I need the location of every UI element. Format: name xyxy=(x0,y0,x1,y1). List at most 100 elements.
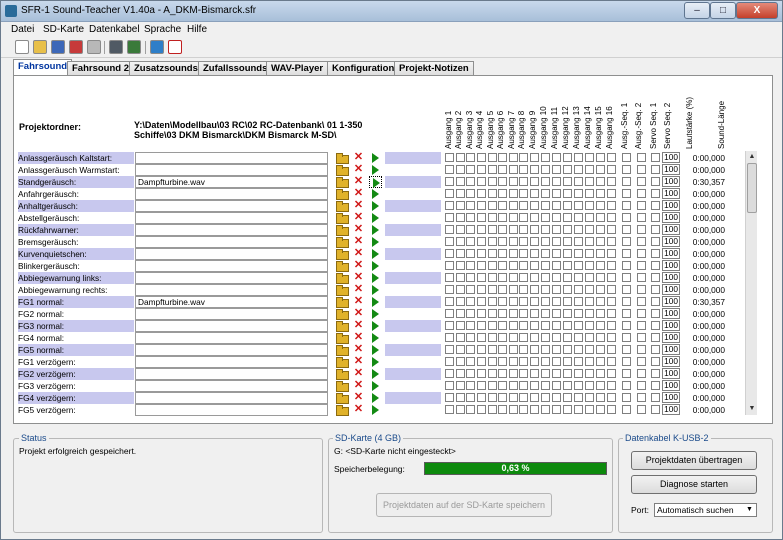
output-checkbox[interactable] xyxy=(456,309,465,318)
play-icon[interactable] xyxy=(369,392,382,404)
output-checkbox[interactable] xyxy=(607,393,616,402)
output-checkbox[interactable] xyxy=(552,189,561,198)
output-checkbox[interactable] xyxy=(477,237,486,246)
output-checkbox[interactable] xyxy=(552,273,561,282)
output-checkbox[interactable] xyxy=(563,165,572,174)
output-checkbox[interactable] xyxy=(530,369,539,378)
output-checkbox[interactable] xyxy=(509,237,518,246)
output-checkbox[interactable] xyxy=(498,201,507,210)
output-checkbox[interactable] xyxy=(563,249,572,258)
menu-sprache[interactable]: Sprache xyxy=(144,24,181,35)
play-icon[interactable] xyxy=(369,332,382,344)
output-checkbox[interactable] xyxy=(637,249,646,258)
output-checkbox[interactable] xyxy=(445,213,454,222)
output-checkbox[interactable] xyxy=(456,165,465,174)
output-checkbox[interactable] xyxy=(563,285,572,294)
output-checkbox[interactable] xyxy=(519,153,528,162)
output-checkbox[interactable] xyxy=(530,225,539,234)
output-checkbox[interactable] xyxy=(637,201,646,210)
play-icon[interactable] xyxy=(369,356,382,368)
output-checkbox[interactable] xyxy=(477,261,486,270)
output-checkbox[interactable] xyxy=(541,273,550,282)
volume-field[interactable]: 100 xyxy=(662,392,680,403)
output-checkbox[interactable] xyxy=(477,333,486,342)
play-icon[interactable] xyxy=(369,164,382,176)
output-checkbox[interactable] xyxy=(530,165,539,174)
output-checkbox[interactable] xyxy=(466,393,475,402)
output-checkbox[interactable] xyxy=(519,213,528,222)
output-checkbox[interactable] xyxy=(541,165,550,174)
play-icon[interactable] xyxy=(369,272,382,284)
output-checkbox[interactable] xyxy=(445,393,454,402)
output-checkbox[interactable] xyxy=(530,345,539,354)
output-checkbox[interactable] xyxy=(466,177,475,186)
play-icon[interactable] xyxy=(369,188,382,200)
output-checkbox[interactable] xyxy=(466,405,475,414)
output-checkbox[interactable] xyxy=(509,177,518,186)
output-checkbox[interactable] xyxy=(519,165,528,174)
output-checkbox[interactable] xyxy=(488,165,497,174)
play-icon[interactable] xyxy=(369,296,382,308)
output-checkbox[interactable] xyxy=(445,369,454,378)
output-checkbox[interactable] xyxy=(477,273,486,282)
output-checkbox[interactable] xyxy=(596,333,605,342)
output-checkbox[interactable] xyxy=(607,153,616,162)
output-checkbox[interactable] xyxy=(456,369,465,378)
sound-file-field[interactable] xyxy=(135,332,328,344)
output-checkbox[interactable] xyxy=(651,285,660,294)
output-checkbox[interactable] xyxy=(541,237,550,246)
output-checkbox[interactable] xyxy=(530,405,539,414)
output-checkbox[interactable] xyxy=(477,321,486,330)
output-checkbox[interactable] xyxy=(445,405,454,414)
output-checkbox[interactable] xyxy=(445,249,454,258)
music-note-icon[interactable] xyxy=(150,40,164,54)
output-checkbox[interactable] xyxy=(596,309,605,318)
output-checkbox[interactable] xyxy=(530,381,539,390)
output-checkbox[interactable] xyxy=(622,309,631,318)
output-checkbox[interactable] xyxy=(622,297,631,306)
output-checkbox[interactable] xyxy=(509,153,518,162)
sound-file-field[interactable] xyxy=(135,284,328,296)
output-checkbox[interactable] xyxy=(563,213,572,222)
output-checkbox[interactable] xyxy=(541,321,550,330)
output-checkbox[interactable] xyxy=(530,201,539,210)
output-checkbox[interactable] xyxy=(651,393,660,402)
output-checkbox[interactable] xyxy=(466,213,475,222)
output-checkbox[interactable] xyxy=(541,249,550,258)
output-checkbox[interactable] xyxy=(477,381,486,390)
output-checkbox[interactable] xyxy=(563,345,572,354)
output-checkbox[interactable] xyxy=(541,225,550,234)
output-checkbox[interactable] xyxy=(477,297,486,306)
volume-field[interactable]: 100 xyxy=(662,284,680,295)
tab-zusatzsounds[interactable]: Zusatzsounds xyxy=(129,61,203,76)
output-checkbox[interactable] xyxy=(509,405,518,414)
output-checkbox[interactable] xyxy=(477,285,486,294)
output-checkbox[interactable] xyxy=(456,201,465,210)
output-checkbox[interactable] xyxy=(498,249,507,258)
output-checkbox[interactable] xyxy=(596,165,605,174)
output-checkbox[interactable] xyxy=(498,333,507,342)
sound-file-field[interactable] xyxy=(135,248,328,260)
output-checkbox[interactable] xyxy=(607,177,616,186)
calculator-icon[interactable] xyxy=(109,40,123,54)
output-checkbox[interactable] xyxy=(563,297,572,306)
output-checkbox[interactable] xyxy=(552,249,561,258)
output-checkbox[interactable] xyxy=(552,345,561,354)
output-checkbox[interactable] xyxy=(637,321,646,330)
volume-field[interactable]: 100 xyxy=(662,320,680,331)
tab-wav-player[interactable]: WAV-Player xyxy=(266,61,329,76)
output-checkbox[interactable] xyxy=(596,201,605,210)
folder-icon[interactable] xyxy=(335,212,349,224)
output-checkbox[interactable] xyxy=(637,273,646,282)
output-checkbox[interactable] xyxy=(445,189,454,198)
output-checkbox[interactable] xyxy=(488,225,497,234)
output-checkbox[interactable] xyxy=(563,189,572,198)
output-checkbox[interactable] xyxy=(637,189,646,198)
output-checkbox[interactable] xyxy=(607,237,616,246)
output-checkbox[interactable] xyxy=(637,345,646,354)
output-checkbox[interactable] xyxy=(530,177,539,186)
output-checkbox[interactable] xyxy=(498,225,507,234)
output-checkbox[interactable] xyxy=(637,357,646,366)
output-checkbox[interactable] xyxy=(585,321,594,330)
volume-field[interactable]: 100 xyxy=(662,176,680,187)
